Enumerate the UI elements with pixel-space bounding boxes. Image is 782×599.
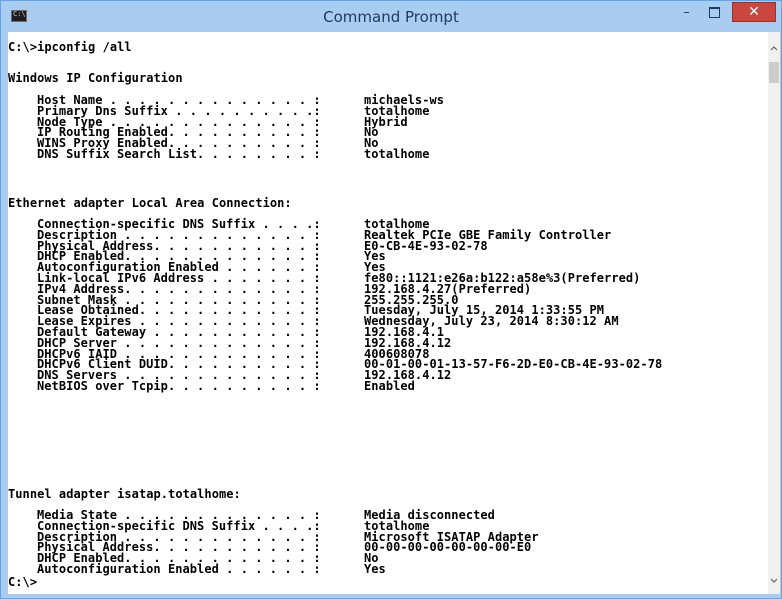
- close-icon: ✕: [748, 4, 760, 20]
- vertical-scrollbar[interactable]: [768, 32, 780, 594]
- scroll-up-button[interactable]: [768, 42, 780, 54]
- window-title: Command Prompt: [323, 8, 459, 26]
- windows-ip-heading: Windows IP Configuration: [8, 71, 183, 85]
- maximize-icon: [709, 6, 720, 18]
- scrollbar-thumb[interactable]: [769, 62, 779, 83]
- command-line: C:\>ipconfig /all: [8, 40, 132, 54]
- maximize-button[interactable]: [701, 2, 728, 22]
- close-button[interactable]: ✕: [732, 2, 776, 22]
- title-bar[interactable]: Command Prompt – ✕: [1, 1, 781, 32]
- command-prompt-window: Command Prompt – ✕ C:\>ipconfig /all Win…: [0, 0, 782, 599]
- minimize-button[interactable]: –: [673, 2, 700, 22]
- config-value: Yes: [364, 562, 386, 576]
- tunnel-heading: Tunnel adapter isatap.totalhome:: [8, 487, 241, 501]
- chevron-up-icon: [770, 46, 778, 51]
- minimize-icon: –: [683, 4, 690, 20]
- chevron-down-icon: [770, 578, 778, 583]
- config-value: Enabled: [364, 379, 415, 393]
- config-label: NetBIOS over Tcpip.: [37, 379, 176, 393]
- ethernet-heading: Ethernet adapter Local Area Connection:: [8, 196, 292, 210]
- config-value: totalhome: [364, 147, 430, 161]
- config-label: Autoconfiguration Enabled: [37, 562, 219, 576]
- console-output[interactable]: C:\>ipconfig /all Windows IP Configurati…: [8, 32, 768, 594]
- config-value: 00-00-00-00-00-00-00-E0: [364, 540, 532, 555]
- command-prompt-cursor-line[interactable]: C:\>: [8, 576, 37, 588]
- scroll-down-button[interactable]: [768, 574, 780, 586]
- config-label: DNS Suffix Search List.: [37, 147, 205, 161]
